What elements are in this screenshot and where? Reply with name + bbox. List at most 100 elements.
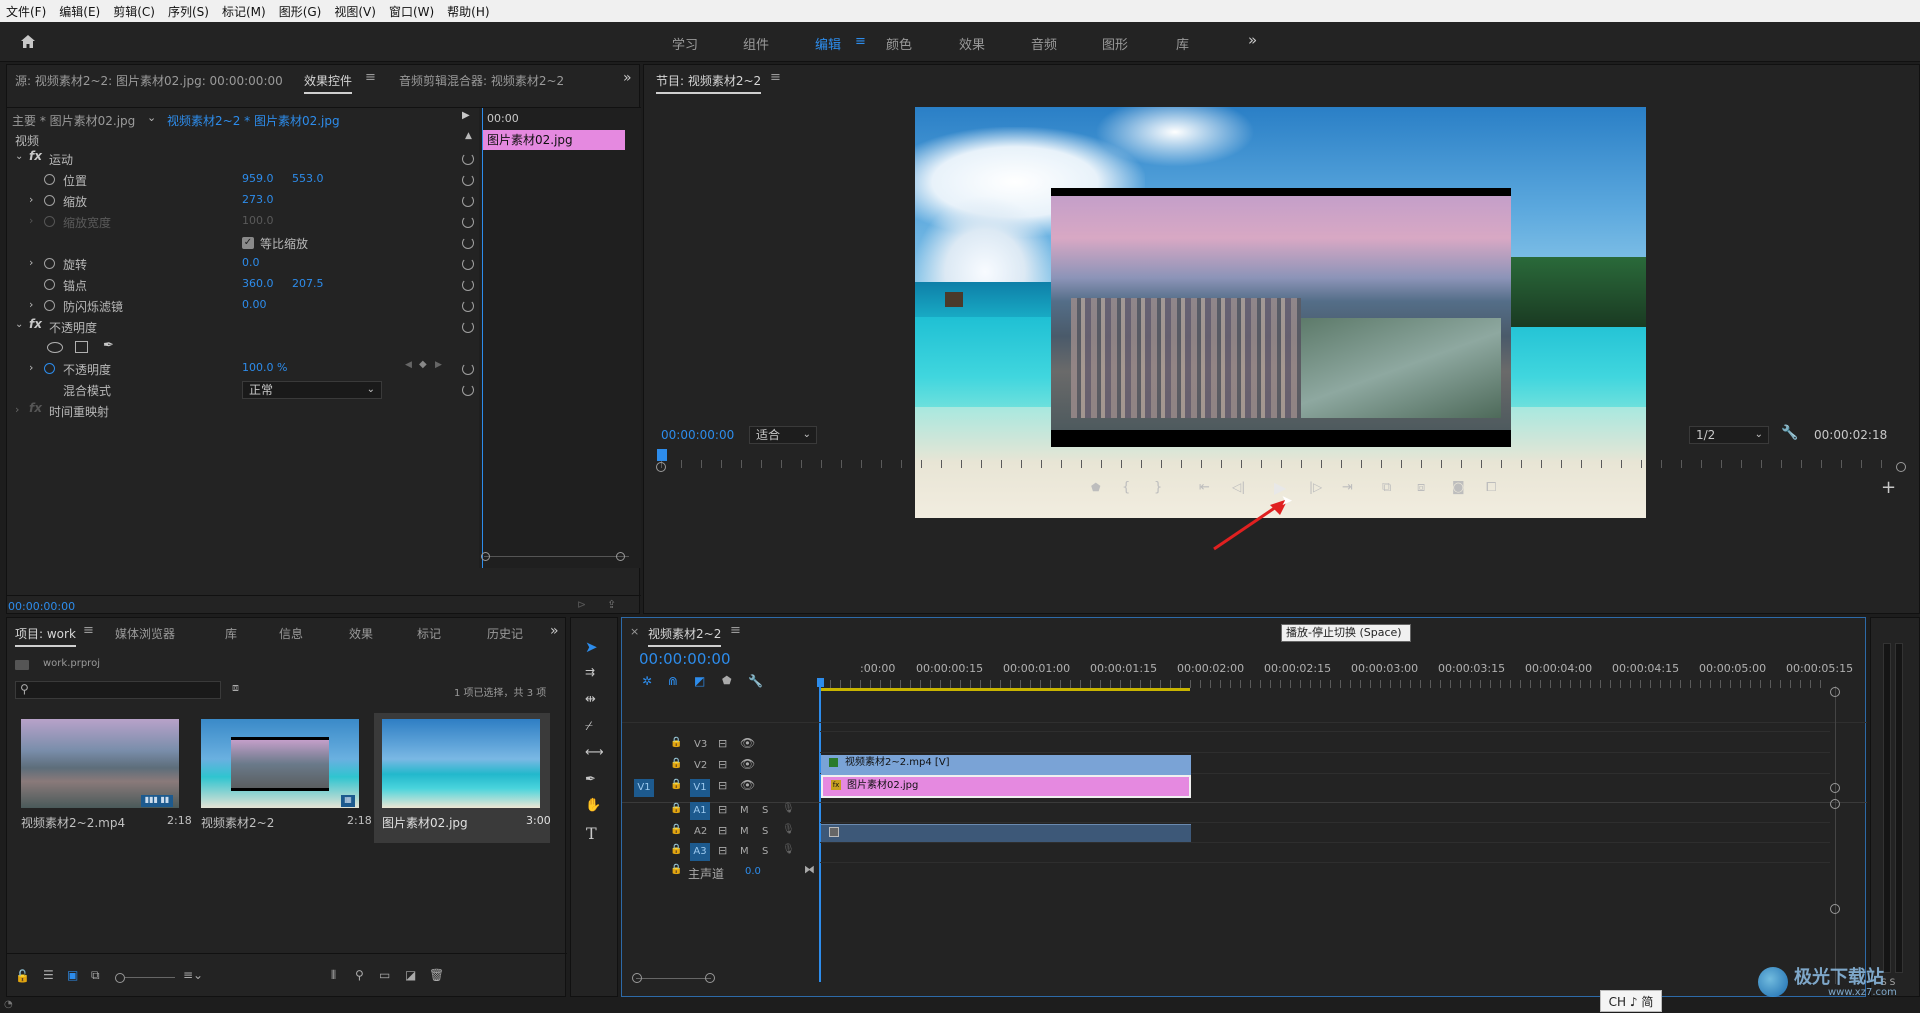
selection-tool-icon[interactable]: ➤ xyxy=(585,638,598,656)
workspace-graphics[interactable]: 图形 xyxy=(1102,34,1128,53)
timeline-ruler[interactable] xyxy=(820,680,1830,688)
anchor-x-value[interactable]: 360.0 xyxy=(242,277,274,290)
zoom-slider[interactable] xyxy=(125,977,175,978)
sync-lock-icon[interactable]: ⊟ xyxy=(718,737,727,750)
opacity-value[interactable]: 100.0 % xyxy=(242,361,287,374)
next-keyframe-icon[interactable]: ▶ xyxy=(435,360,442,370)
camera-icon[interactable]: ◙ xyxy=(1452,480,1465,495)
tab-source[interactable]: 源: 视频素材2~2: 图片素材02.jpg: 00:00:00:00 xyxy=(15,72,283,89)
collapse-arrow-icon[interactable]: ▲ xyxy=(465,131,472,141)
ime-indicator[interactable]: CH ♪ 简 xyxy=(1600,990,1662,1012)
go-to-out-icon[interactable]: ⇥ xyxy=(1342,480,1353,495)
mark-out-icon[interactable]: } xyxy=(1154,480,1162,495)
project-item-selected[interactable]: 图片素材02.jpg 3:00 xyxy=(374,713,551,843)
tab-effects[interactable]: 效果 xyxy=(349,625,373,642)
menu-clip[interactable]: 剪辑(C) xyxy=(113,3,155,20)
playhead-handle[interactable] xyxy=(817,678,824,687)
reset-position-icon[interactable] xyxy=(462,174,474,186)
tab-effect-controls[interactable]: 效果控件 xyxy=(304,72,353,94)
add-button-icon[interactable]: + xyxy=(1881,477,1896,498)
program-timecode[interactable]: 00:00:00:00 xyxy=(661,428,734,442)
blend-mode-select[interactable]: 正常 ⌄ xyxy=(242,381,382,399)
sort-icon[interactable]: ≡⌄ xyxy=(183,968,203,982)
sync-lock-icon[interactable]: ⊟ xyxy=(718,758,727,771)
eye-icon[interactable]: 👁 xyxy=(740,778,755,792)
tab-history[interactable]: 历史记 xyxy=(487,625,523,642)
master-track-value[interactable]: 0.0 xyxy=(745,866,761,877)
workspace-libraries[interactable]: 库 xyxy=(1176,34,1189,53)
reset-scale-width-icon[interactable] xyxy=(462,216,474,228)
tab-info[interactable]: 信息 xyxy=(279,625,303,642)
pen-mask-icon[interactable]: ✒ xyxy=(103,338,114,353)
panel-menu-icon[interactable]: ≡ xyxy=(83,623,94,638)
menu-file[interactable]: 文件(F) xyxy=(6,3,46,20)
position-y-value[interactable]: 553.0 xyxy=(292,172,324,185)
mini-scroll-handle-left[interactable] xyxy=(481,552,490,561)
reset-flicker-icon[interactable] xyxy=(462,300,474,312)
track-a3-label[interactable]: A3 xyxy=(690,843,710,861)
ripple-edit-tool-icon[interactable]: ⇹ xyxy=(585,692,596,707)
type-tool-icon[interactable]: T xyxy=(586,824,597,843)
mini-scroll-handle-right[interactable] xyxy=(616,552,625,561)
reset-motion-icon[interactable] xyxy=(462,153,474,165)
mini-playhead[interactable] xyxy=(482,108,483,568)
expand-scale-icon[interactable]: › xyxy=(29,193,33,206)
timeline-timecode[interactable]: 00:00:00:00 xyxy=(639,650,731,668)
timeline-sequence-tab[interactable]: 视频素材2~2 xyxy=(648,625,722,647)
track-select-tool-icon[interactable]: ⇉ xyxy=(585,665,595,679)
tab-audio-clip-mixer[interactable]: 音频剪辑混合器: 视频素材2~2 xyxy=(399,72,564,89)
scale-value[interactable]: 273.0 xyxy=(242,193,274,206)
expand-time-remap-icon[interactable]: › xyxy=(15,403,19,416)
resolution-select[interactable]: 1/2 ⌄ xyxy=(1689,426,1769,444)
scroll-handle[interactable] xyxy=(1830,783,1840,793)
menu-edit[interactable]: 编辑(E) xyxy=(59,3,100,20)
find-icon[interactable]: ⚲ xyxy=(355,968,364,982)
compare-view-icon[interactable]: ⧠ xyxy=(1486,480,1496,495)
rectangle-mask-icon[interactable] xyxy=(75,341,88,353)
expand-opacity-icon[interactable]: › xyxy=(29,361,33,374)
microphone-icon[interactable]: 🎙 xyxy=(782,844,795,855)
go-to-end-icon[interactable]: ⧓ xyxy=(804,863,815,876)
lock-track-icon[interactable]: 🔒 xyxy=(670,803,682,814)
reset-rotation-icon[interactable] xyxy=(462,258,474,270)
sequence-clip-label[interactable]: 视频素材2~2 * 图片素材02.jpg xyxy=(167,112,340,129)
lock-track-icon[interactable]: 🔒 xyxy=(670,864,682,875)
project-item[interactable]: ▮▮▮ ▮▮ 视频素材2~2.mp4 2:18 xyxy=(15,713,192,833)
track-a2-label[interactable]: A2 xyxy=(694,826,707,837)
lock-track-icon[interactable]: 🔒 xyxy=(670,737,682,748)
mark-in-icon[interactable]: { xyxy=(1122,480,1130,495)
microphone-icon[interactable]: 🎙 xyxy=(782,803,795,814)
reset-opacity-section-icon[interactable] xyxy=(462,321,474,333)
automate-to-sequence-icon[interactable]: ⫴ xyxy=(331,968,336,983)
menu-help[interactable]: 帮助(H) xyxy=(447,3,489,20)
menu-window[interactable]: 窗口(W) xyxy=(389,3,434,20)
pen-tool-icon[interactable]: ✒ xyxy=(585,772,596,787)
hand-tool-icon[interactable]: ✋ xyxy=(585,798,601,813)
eye-icon[interactable]: 👁 xyxy=(740,757,755,771)
menu-view[interactable]: 视图(V) xyxy=(334,3,376,20)
expand-flicker-icon[interactable]: › xyxy=(29,298,33,311)
mute-button[interactable]: M xyxy=(740,846,749,857)
project-item[interactable]: ▦ 视频素材2~2 2:18 xyxy=(195,713,372,833)
stopwatch-icon[interactable] xyxy=(44,174,55,185)
microphone-icon[interactable]: 🎙 xyxy=(782,824,795,835)
track-v3-label[interactable]: V3 xyxy=(694,739,707,750)
ellipse-mask-icon[interactable] xyxy=(47,342,63,353)
sync-lock-icon[interactable]: ⊟ xyxy=(718,779,727,792)
lock-track-icon[interactable]: 🔒 xyxy=(670,779,682,790)
lock-icon[interactable]: 🔓 xyxy=(15,969,30,983)
scroll-handle[interactable] xyxy=(1830,799,1840,809)
wrench-icon[interactable]: 🔧 xyxy=(748,674,763,688)
program-ruler[interactable] xyxy=(661,460,1901,468)
audio-clip-a2[interactable] xyxy=(821,824,1191,842)
menu-sequence[interactable]: 序列(S) xyxy=(168,3,209,20)
workspace-learn[interactable]: 学习 xyxy=(672,34,698,53)
vertical-scrollbar[interactable] xyxy=(1835,686,1836,984)
go-to-in-icon[interactable]: ⇤ xyxy=(1199,480,1210,495)
trash-icon[interactable]: 🗑 xyxy=(429,968,444,982)
reset-blend-icon[interactable] xyxy=(462,384,474,396)
solo-button[interactable]: S xyxy=(762,805,768,816)
track-v2-label[interactable]: V2 xyxy=(694,760,707,771)
image-clip-v1[interactable]: fx 图片素材02.jpg xyxy=(821,775,1191,798)
sync-lock-icon[interactable]: ⊟ xyxy=(718,824,727,837)
